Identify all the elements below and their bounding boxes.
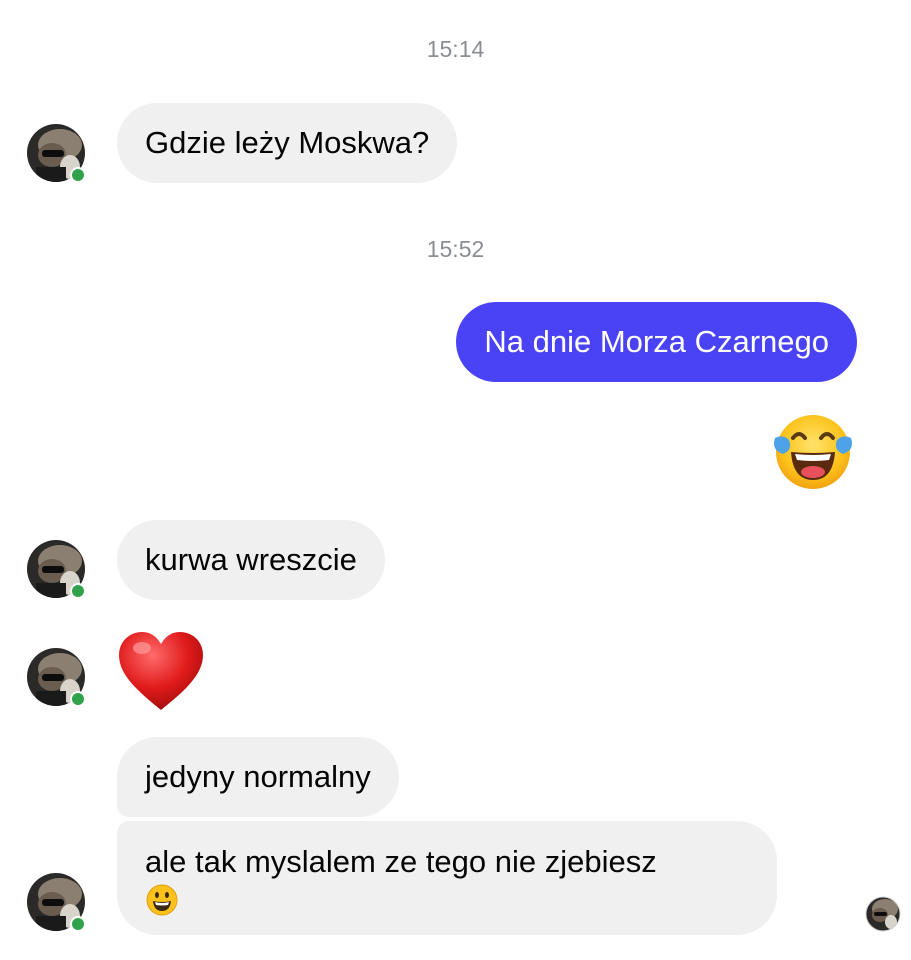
message-bubble-incoming[interactable]: kurwa wreszcie — [117, 520, 385, 600]
message-bubble-outgoing[interactable]: Na dnie Morza Czarnego — [456, 302, 857, 382]
contact-avatar[interactable] — [26, 123, 86, 183]
seen-avatar — [865, 896, 901, 937]
contact-avatar[interactable] — [26, 647, 86, 707]
face-with-tears-of-joy-icon[interactable] — [771, 408, 855, 497]
contact-avatar[interactable] — [26, 872, 86, 932]
message-bubble-incoming[interactable]: ale tak myslalem ze tego nie zjebiesz — [117, 821, 777, 935]
message-bubble-incoming[interactable]: Gdzie leży Moskwa? — [117, 103, 458, 183]
timestamp: 15:52 — [426, 236, 485, 262]
contact-avatar[interactable] — [26, 539, 86, 599]
timestamp: 15:14 — [426, 36, 485, 62]
red-heart-icon[interactable] — [116, 630, 206, 717]
message-bubble-incoming[interactable]: jedyny normalny — [117, 737, 399, 817]
message-text: ale tak myslalem ze tego nie zjebiesz — [145, 844, 657, 879]
grinning-face-icon — [145, 883, 179, 926]
